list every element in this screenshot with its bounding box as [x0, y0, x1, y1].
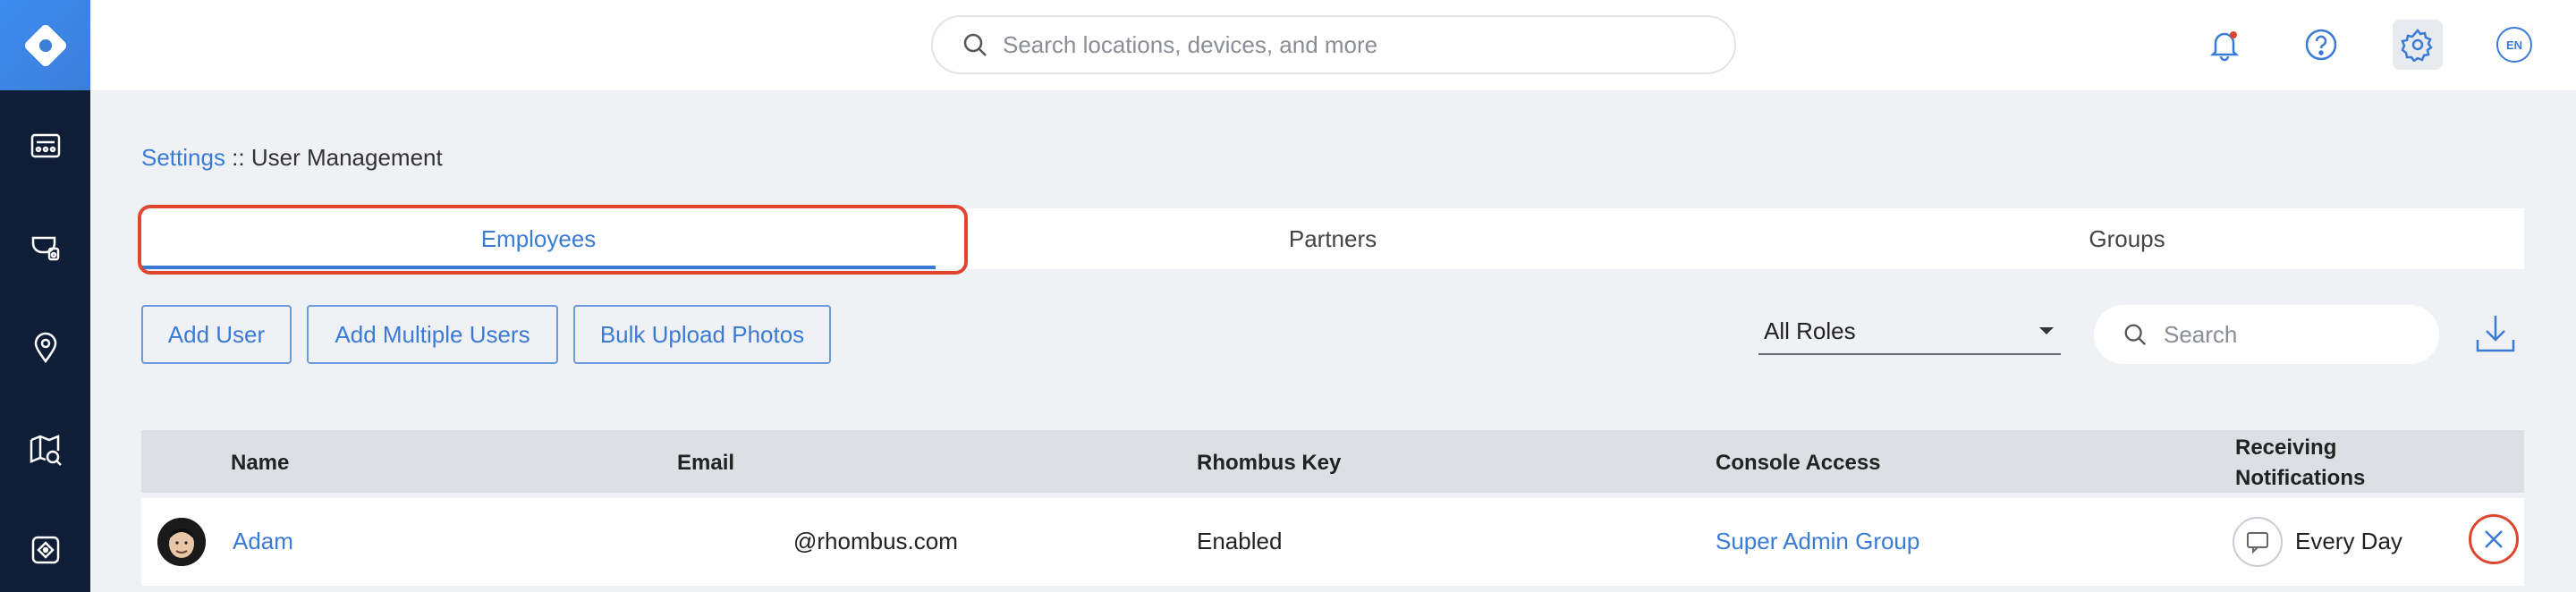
sidebar-item-maps[interactable] — [0, 419, 90, 481]
remove-user-button[interactable] — [2469, 514, 2519, 564]
help-button[interactable] — [2296, 20, 2346, 70]
avatar-image — [157, 518, 206, 566]
tab-employees[interactable]: Employees — [141, 208, 936, 269]
header-rhombus-key[interactable]: Rhombus Key — [1197, 451, 1341, 476]
add-multiple-users-button[interactable]: Add Multiple Users — [307, 305, 558, 364]
notifications-button[interactable] — [2199, 20, 2250, 70]
language-code: EN — [2505, 38, 2523, 52]
help-icon — [2305, 29, 2337, 61]
camera-icon — [31, 236, 59, 261]
user-email: @rhombus.com — [793, 528, 958, 554]
header-console-access[interactable]: Console Access — [1716, 451, 1881, 476]
user-management-tabs: Employees Partners Groups — [141, 208, 2524, 269]
search-icon — [963, 33, 987, 56]
breadcrumb: Settings :: User Management — [141, 144, 443, 172]
user-rhombus-key: Enabled — [1197, 528, 1283, 554]
header-notifications-line2: Notifications — [2235, 466, 2366, 490]
notification-setting-button[interactable] — [2233, 517, 2283, 567]
sidebar-item-devices[interactable] — [0, 519, 90, 581]
bell-icon — [2209, 31, 2240, 62]
sidebar-item-dashboard[interactable] — [0, 114, 90, 177]
sidebar — [0, 0, 90, 592]
top-bar: Search locations, devices, and more EN — [90, 0, 2576, 90]
chevron-down-icon — [2039, 327, 2054, 334]
download-button[interactable] — [2470, 309, 2521, 359]
roles-filter-value: All Roles — [1764, 317, 1856, 344]
header-name[interactable]: Name — [231, 451, 289, 476]
avatar — [157, 518, 206, 566]
table-row[interactable]: Adam @rhombus.com Enabled Super Admin Gr… — [141, 498, 2524, 586]
message-icon — [2247, 532, 2268, 554]
location-pin-icon — [34, 332, 56, 364]
global-search-input[interactable]: Search locations, devices, and more — [931, 15, 1736, 74]
language-badge: EN — [2496, 27, 2532, 63]
download-icon — [2476, 316, 2515, 352]
breadcrumb-separator: :: — [225, 144, 251, 171]
close-icon — [2485, 530, 2503, 548]
breadcrumb-settings-link[interactable]: Settings — [141, 144, 225, 171]
gear-icon — [2401, 29, 2433, 62]
rhombus-logo-icon — [24, 24, 66, 66]
user-search-input[interactable]: Search — [2094, 305, 2439, 364]
bulk-upload-photos-button[interactable]: Bulk Upload Photos — [573, 305, 831, 364]
user-name-link[interactable]: Adam — [233, 528, 293, 555]
add-user-button[interactable]: Add User — [141, 305, 292, 364]
roles-filter-select[interactable]: All Roles — [1758, 309, 2061, 355]
dashboard-icon — [30, 133, 60, 158]
device-icon — [31, 536, 59, 564]
sidebar-item-locations[interactable] — [0, 317, 90, 379]
breadcrumb-current: User Management — [250, 144, 443, 171]
search-icon — [2124, 324, 2147, 346]
user-console-access-link[interactable]: Super Admin Group — [1716, 528, 1919, 555]
table-header: Name Email Rhombus Key Console Access Re… — [141, 430, 2524, 493]
logo[interactable] — [0, 0, 90, 90]
user-search-placeholder: Search — [2164, 320, 2238, 348]
language-button[interactable]: EN — [2489, 20, 2539, 70]
global-search-placeholder: Search locations, devices, and more — [1003, 30, 1378, 58]
header-email[interactable]: Email — [677, 451, 734, 476]
tab-partners[interactable]: Partners — [936, 208, 1730, 269]
tab-groups[interactable]: Groups — [1730, 208, 2524, 269]
sidebar-item-cameras[interactable] — [0, 216, 90, 278]
header-notifications-line1: Receiving — [2235, 436, 2337, 460]
user-notification-frequency: Every Day — [2295, 528, 2402, 554]
map-search-icon — [30, 435, 62, 466]
settings-button[interactable] — [2393, 20, 2443, 70]
